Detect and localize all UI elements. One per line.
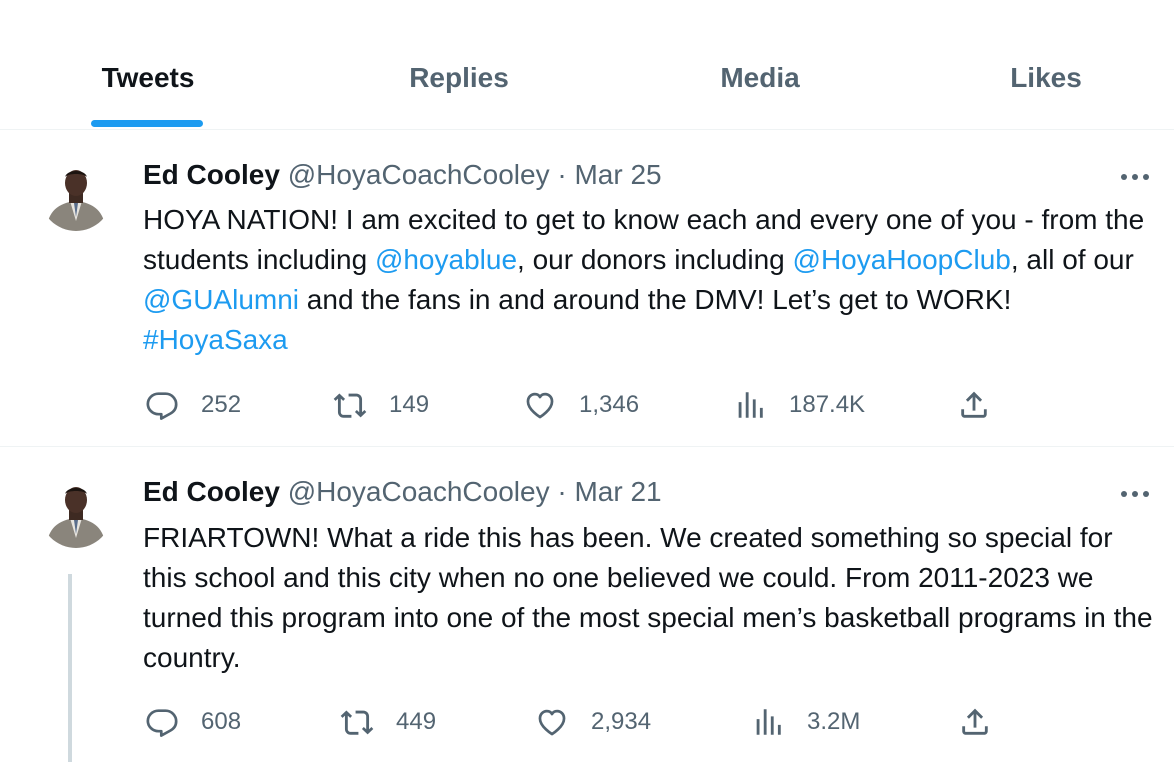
tweet-date[interactable]: Mar 25 [574, 159, 661, 190]
retweet-count: 449 [396, 708, 437, 735]
mention-link[interactable]: @HoyaHoopClub [793, 244, 1011, 275]
profile-tabs: Tweets Replies Media Likes [0, 0, 1174, 130]
like-icon [526, 392, 554, 419]
mention-link[interactable]: @hoyablue [375, 244, 517, 275]
reply-button[interactable]: 252 [145, 387, 241, 423]
tweet-date[interactable]: Mar 21 [574, 476, 661, 507]
text-segment: , all of our [1010, 244, 1142, 275]
like-button[interactable]: 2,934 [535, 704, 651, 740]
tweet[interactable]: Ed Cooley @HoyaCoachCooley · Mar 21 FRIA… [0, 448, 1174, 762]
retweet-icon [340, 710, 374, 735]
active-tab-indicator [91, 120, 203, 127]
reply-count: 608 [201, 708, 242, 735]
views-button[interactable]: 187.4K [733, 387, 865, 423]
tweet-header: Ed Cooley @HoyaCoachCooley · Mar 25 [143, 157, 662, 193]
views-icon [738, 392, 763, 418]
text-segment: , our donors including [517, 244, 793, 275]
like-button[interactable]: 1,346 [523, 387, 639, 423]
reply-icon [146, 392, 178, 420]
author-handle[interactable]: @HoyaCoachCooley [288, 476, 550, 507]
retweet-icon [333, 393, 367, 418]
avatar[interactable] [40, 476, 112, 548]
tweet-header: Ed Cooley @HoyaCoachCooley · Mar 21 [143, 474, 662, 510]
author-name[interactable]: Ed Cooley [143, 476, 280, 507]
mention-link[interactable]: @GUAlumni [143, 284, 299, 315]
more-icon[interactable] [1118, 484, 1152, 504]
reply-count: 252 [201, 391, 242, 418]
avatar-image [40, 476, 112, 548]
retweet-button[interactable]: 149 [333, 387, 429, 423]
avatar-image [40, 159, 112, 231]
reply-button[interactable]: 608 [145, 704, 241, 740]
view-count: 3.2M [807, 708, 861, 735]
share-icon[interactable] [958, 705, 992, 739]
tab-replies[interactable]: Replies [400, 58, 518, 98]
avatar[interactable] [40, 159, 112, 231]
like-count: 2,934 [591, 708, 652, 735]
hashtag-link[interactable]: #HoyaSaxa [143, 324, 288, 355]
thread-line [68, 574, 72, 762]
share-icon[interactable] [957, 388, 991, 422]
text-segment: and the fans in and around the DMV! Let’… [299, 284, 1020, 315]
views-button[interactable]: 3.2M [751, 704, 860, 740]
tab-likes[interactable]: Likes [1004, 58, 1088, 98]
view-count: 187.4K [789, 391, 866, 418]
tab-tweets[interactable]: Tweets [90, 58, 206, 98]
reply-icon [146, 709, 178, 737]
separator: · [549, 476, 575, 507]
views-icon [756, 709, 781, 735]
retweet-button[interactable]: 449 [340, 704, 436, 740]
retweet-count: 149 [389, 391, 430, 418]
separator: · [549, 159, 575, 190]
tweet-text: FRIARTOWN! What a ride this has been. We… [143, 522, 1161, 673]
tab-media[interactable]: Media [710, 58, 810, 98]
tweet-text: HOYA NATION! I am excited to get to know… [143, 200, 1163, 360]
more-icon[interactable] [1118, 167, 1152, 187]
author-handle[interactable]: @HoyaCoachCooley [288, 159, 550, 190]
like-icon [538, 709, 566, 736]
author-name[interactable]: Ed Cooley [143, 159, 280, 190]
tweet[interactable]: Ed Cooley @HoyaCoachCooley · Mar 25 HOYA… [0, 131, 1174, 447]
like-count: 1,346 [579, 391, 640, 418]
